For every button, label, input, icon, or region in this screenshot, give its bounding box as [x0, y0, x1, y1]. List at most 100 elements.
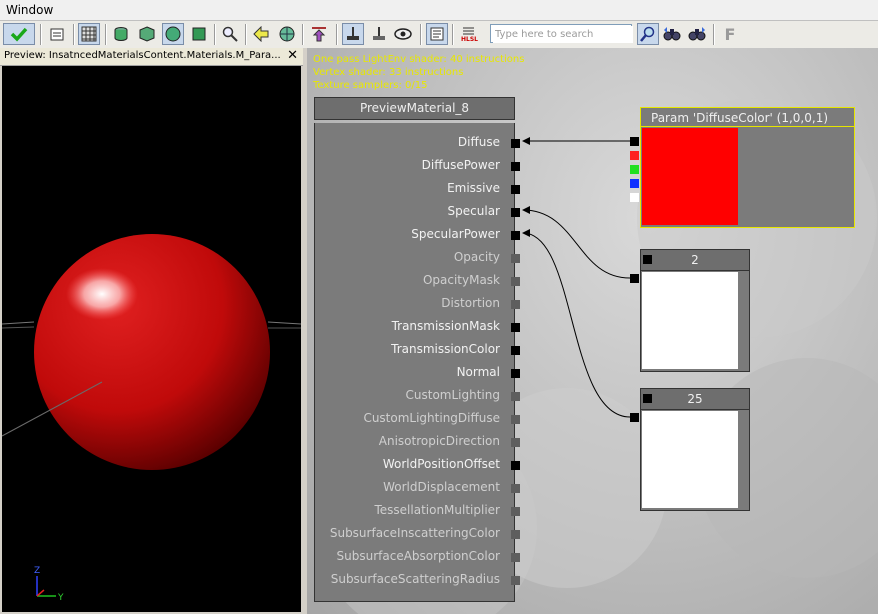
node-collapse-toggle[interactable] — [643, 394, 652, 403]
globe-icon — [279, 26, 295, 42]
param-output-pin[interactable] — [630, 137, 639, 146]
search-input[interactable] — [493, 26, 633, 43]
material-input-pin[interactable] — [511, 185, 520, 194]
search-button[interactable] — [637, 23, 659, 45]
param-output-pin[interactable] — [630, 193, 639, 202]
grid-toggle-button[interactable] — [78, 23, 100, 45]
find-previous-button[interactable] — [661, 23, 683, 45]
grid-icon — [81, 26, 97, 42]
material-input-pin[interactable] — [511, 553, 520, 562]
find-next-button[interactable] — [686, 23, 708, 45]
menu-bar: Window — [0, 0, 878, 21]
preview-cylinder-button[interactable] — [110, 23, 132, 45]
hide-connectors-button[interactable] — [368, 23, 390, 45]
node-collapse-toggle[interactable] — [643, 255, 652, 264]
menu-window[interactable]: Window — [6, 3, 53, 17]
material-input-label: SpecularPower — [411, 227, 500, 241]
axis-z-label: Z — [34, 566, 40, 576]
material-input-label: SubsurfaceAbsorptionColor — [336, 549, 500, 563]
binoculars-right-icon — [688, 27, 706, 41]
preview-viewport[interactable]: Z Y — [2, 66, 301, 612]
material-input-pin[interactable] — [511, 162, 520, 171]
material-input-label: DiffusePower — [421, 158, 500, 172]
close-icon[interactable]: ✕ — [287, 48, 298, 63]
constant-preview — [642, 411, 738, 508]
material-input-pin[interactable] — [511, 323, 520, 332]
constant-value: 25 — [687, 392, 703, 406]
connector-alt-icon — [373, 27, 385, 40]
material-input-pin[interactable] — [511, 346, 520, 355]
shader-stat-line: Vertex shader: 33 instructions — [313, 67, 464, 78]
material-input-label: AnisotropicDirection — [378, 434, 500, 448]
cylinder-icon — [114, 27, 128, 41]
preview-panel: Preview: InsatncedMaterialsContent.Mater… — [0, 48, 303, 614]
material-input-label: SubsurfaceInscatteringColor — [329, 526, 500, 540]
properties-button[interactable] — [46, 23, 68, 45]
constant-output-pin[interactable] — [630, 413, 639, 422]
shader-stat-line: One pass LightEnv shader: 40 instruction… — [313, 54, 525, 65]
preview-sphere — [34, 234, 270, 470]
constant-node-body — [640, 410, 750, 511]
color-preview-swatch — [642, 128, 738, 225]
material-node[interactable]: PreviewMaterial_8 Diffuse DiffusePower Emi… — [314, 97, 520, 602]
material-input-pin[interactable] — [511, 461, 520, 470]
material-input-pin[interactable] — [511, 392, 520, 401]
material-input-pin[interactable] — [511, 530, 520, 539]
move-to-top-button[interactable] — [308, 23, 330, 45]
material-input-pin[interactable] — [511, 507, 520, 516]
constant-node[interactable]: 2 — [630, 249, 750, 372]
constant-output-pin[interactable] — [630, 274, 639, 283]
material-input-pin[interactable] — [511, 576, 520, 585]
preview-title: Preview: InsatncedMaterialsContent.Mater… — [4, 50, 281, 61]
material-input-label: OpacityMask — [422, 273, 500, 287]
search-box[interactable] — [490, 24, 633, 43]
realtime-preview-button[interactable] — [276, 23, 298, 45]
material-input-pin[interactable] — [511, 484, 520, 493]
material-input-label: TransmissionMask — [391, 319, 500, 333]
material-graph-canvas[interactable]: One pass LightEnv shader: 40 instruction… — [307, 48, 878, 614]
material-node-title[interactable]: PreviewMaterial_8 — [314, 97, 515, 120]
material-input-label: Diffuse — [457, 135, 500, 149]
material-input-label: CustomLighting — [405, 388, 500, 402]
constant-node[interactable]: 25 — [630, 388, 750, 511]
hlsl-code-button[interactable]: HLSL — [458, 23, 480, 45]
material-input-pin[interactable] — [511, 139, 520, 148]
param-node-body — [640, 127, 855, 228]
shader-stat-line: Texture samplers: 0/15 — [313, 80, 428, 91]
arrow-left-icon — [253, 26, 269, 42]
constant-node-header[interactable]: 25 — [640, 388, 750, 410]
flatten-button[interactable]: F — [719, 23, 741, 45]
toggle-visibility-button[interactable] — [392, 23, 414, 45]
material-input-pin[interactable] — [511, 254, 520, 263]
material-input-pin[interactable] — [511, 277, 520, 286]
preview-scene: Z Y — [2, 234, 301, 603]
material-input-pin[interactable] — [511, 415, 520, 424]
material-input-pin[interactable] — [511, 438, 520, 447]
constant-node-header[interactable]: 2 — [640, 249, 750, 271]
material-input-pin[interactable] — [511, 208, 520, 217]
material-input-pin[interactable] — [511, 300, 520, 309]
go-to-button[interactable] — [250, 23, 272, 45]
apply-button[interactable] — [3, 23, 35, 45]
preview-plane-button[interactable] — [188, 23, 210, 45]
material-input-pin[interactable] — [511, 369, 520, 378]
show-connectors-button[interactable] — [342, 23, 364, 45]
preview-sphere-button[interactable] — [162, 23, 184, 45]
preview-cube-button[interactable] — [136, 23, 158, 45]
param-output-pin[interactable] — [630, 151, 639, 160]
material-input-label: CustomLightingDiffuse — [363, 411, 500, 425]
param-output-pin[interactable] — [630, 179, 639, 188]
properties-icon — [50, 28, 64, 41]
zoom-button[interactable] — [219, 23, 241, 45]
shader-stats: One pass LightEnv shader: 40 instruction… — [313, 53, 524, 92]
param-node-title[interactable]: Param 'DiffuseColor' (1,0,0,1) — [640, 107, 855, 127]
cube-icon — [139, 26, 155, 42]
material-input-label: Normal — [456, 365, 500, 379]
checkmark-icon — [10, 27, 28, 42]
toggle-comments-button[interactable] — [426, 23, 448, 45]
material-input-pin[interactable] — [511, 231, 520, 240]
param-output-pin[interactable] — [630, 165, 639, 174]
plane-icon — [192, 27, 206, 41]
param-node-diffusecolor[interactable]: Param 'DiffuseColor' (1,0,0,1) — [630, 107, 855, 228]
eye-icon — [394, 28, 412, 40]
